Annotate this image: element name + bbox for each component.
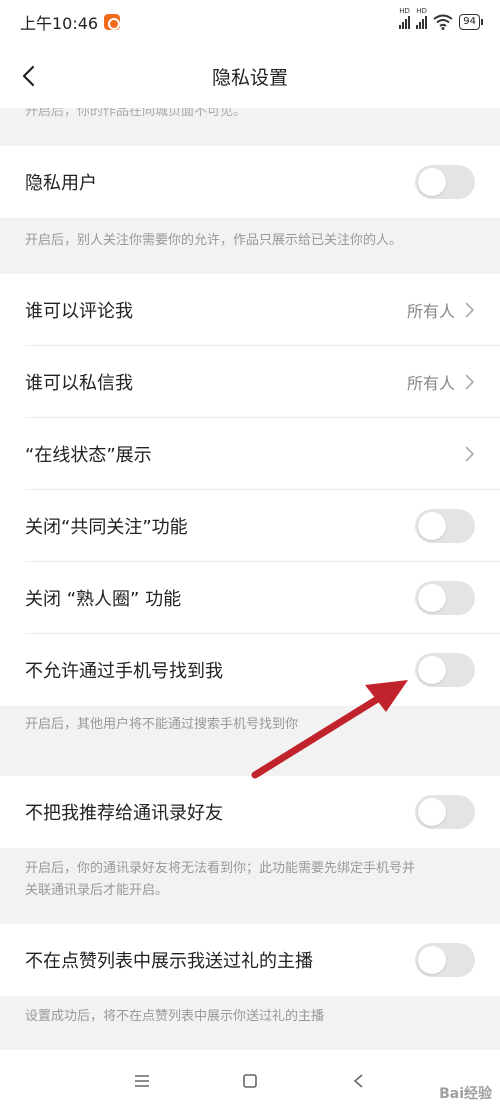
row-label: 隐私用户 [25,173,97,194]
menu-icon [135,1074,149,1087]
chevron-right-icon [465,374,475,390]
status-icons: HD HD 94 [399,7,483,30]
row-label: 关闭 “熟人圈” 功能 [25,589,182,610]
battery-indicator: 94 [459,14,483,30]
back-button[interactable] [16,62,44,90]
wifi-icon [433,14,453,30]
private-user-description: 开启后，别人关注你需要你的允许，作品只展示给已关注你的人。 [0,218,500,274]
signal-icon-2: HD [416,7,428,29]
gift-streamers-description: 设置成功后，将不在点赞列表中展示你送过礼的主播 [0,996,500,1050]
row-value [463,445,475,463]
row-label: 谁可以评论我 [25,301,133,322]
row-label: 不在点赞列表中展示我送过礼的主播 [25,951,313,972]
row-label: 不把我推荐给通讯录好友 [25,803,223,824]
status-bar: 上午10:46 HD HD 94 [0,0,500,44]
row-label: 关闭“共同关注”功能 [25,517,188,538]
row-value: 所有人 [407,298,475,322]
private-user-toggle[interactable] [415,165,475,199]
home-button[interactable] [240,1071,260,1091]
acquaintance-circle-toggle[interactable] [415,581,475,615]
status-time: 上午10:46 [20,14,99,33]
row-who-can-comment[interactable]: 谁可以评论我 所有人 [0,274,500,346]
clipped-description: 开启后，你的作品在同城页面不可见。 [0,108,500,124]
chevron-right-icon [465,446,475,462]
menu-button[interactable] [132,1071,152,1091]
row-label: 谁可以私信我 [25,373,133,394]
system-navigation-bar [0,1050,500,1111]
row-acquaintance-circle[interactable]: 关闭 “熟人圈” 功能 [0,562,500,634]
row-label: “在线状态”展示 [25,445,152,466]
contacts-recommend-description: 开启后，你的通讯录好友将无法看到你；此功能需要先绑定手机号并 关联通讯录后才能开… [0,848,500,924]
find-by-phone-description: 开启后，其他用户将不能通过搜索手机号找到你 [0,706,500,776]
gift-streamers-toggle[interactable] [415,943,475,977]
row-value: 所有人 [407,370,475,394]
system-back-button[interactable] [348,1071,368,1091]
navigation-bar: 隐私设置 [0,44,500,108]
page-title: 隐私设置 [211,66,288,89]
mutual-follow-toggle[interactable] [415,509,475,543]
row-gift-streamers[interactable]: 不在点赞列表中展示我送过礼的主播 [0,924,500,996]
contacts-recommend-toggle[interactable] [415,795,475,829]
row-find-by-phone[interactable]: 不允许通过手机号找到我 [0,634,500,706]
row-mutual-follow[interactable]: 关闭“共同关注”功能 [0,490,500,562]
row-online-status[interactable]: “在线状态”展示 [0,418,500,490]
signal-icon: HD [399,7,411,29]
back-triangle-icon [353,1073,363,1088]
app-notification-icon [104,14,121,30]
square-icon [243,1073,257,1088]
chevron-right-icon [465,302,475,318]
row-contacts-recommend[interactable]: 不把我推荐给通讯录好友 [0,776,500,848]
row-who-can-message[interactable]: 谁可以私信我 所有人 [0,346,500,418]
find-by-phone-toggle[interactable] [415,653,475,687]
row-label: 不允许通过手机号找到我 [25,661,223,682]
watermark-logo: Bai经验 [439,1086,492,1102]
row-private-user[interactable]: 隐私用户 [0,146,500,218]
